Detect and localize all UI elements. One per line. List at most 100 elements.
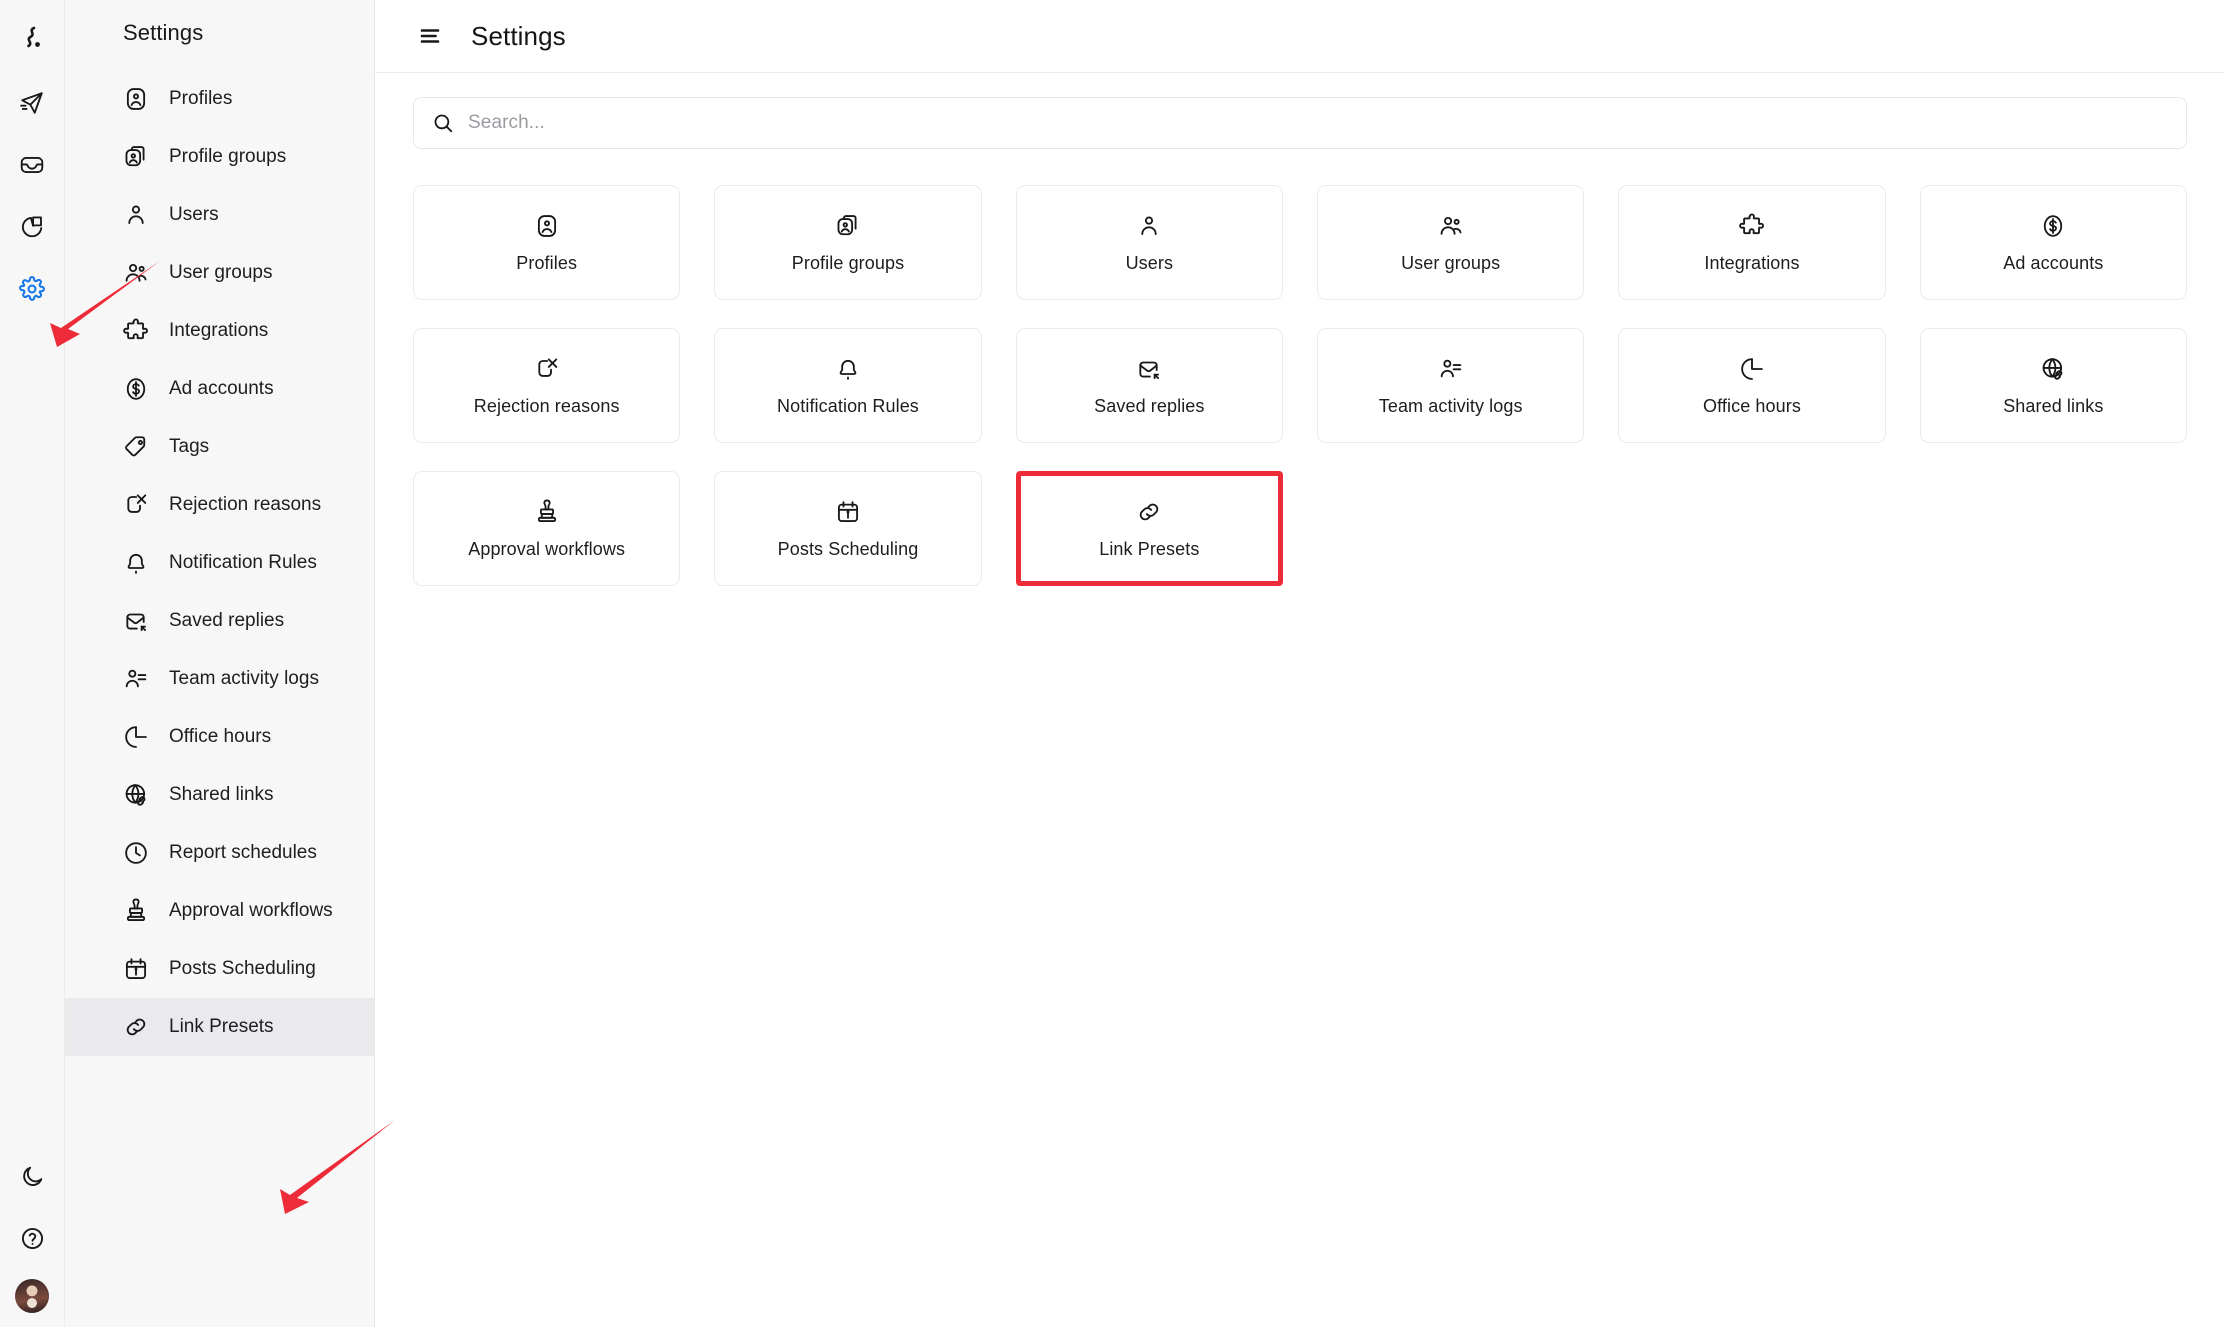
- dollar-coin-icon: [123, 376, 149, 402]
- activity-log-icon: [123, 666, 149, 692]
- bell-icon: [835, 355, 861, 383]
- settings-card-grid: Profiles Profile groups Users User groups In…: [413, 185, 2187, 586]
- sidebar-item-label: Shared links: [169, 784, 274, 805]
- profile-badge-icon: [123, 86, 149, 112]
- card-profile-groups[interactable]: Profile groups: [714, 185, 982, 300]
- profile-group-icon: [835, 212, 861, 240]
- card-label: Office hours: [1703, 395, 1801, 416]
- card-user-groups[interactable]: User groups: [1317, 185, 1585, 300]
- card-label: Notification Rules: [777, 395, 919, 416]
- sidebar-item-saved-replies[interactable]: Saved replies: [65, 592, 374, 650]
- saved-reply-icon: [123, 608, 149, 634]
- user-icon: [123, 202, 149, 228]
- analytics-icon[interactable]: [11, 206, 53, 248]
- sidebar-item-label: Link Presets: [169, 1016, 274, 1037]
- card-label: User groups: [1401, 252, 1501, 273]
- card-rejection-reasons[interactable]: Rejection reasons: [413, 328, 681, 443]
- card-label: Saved replies: [1094, 395, 1205, 416]
- reject-x-icon: [123, 492, 149, 518]
- sidebar-item-label: Posts Scheduling: [169, 958, 316, 979]
- globe-link-icon: [123, 782, 149, 808]
- card-team-activity-logs[interactable]: Team activity logs: [1317, 328, 1585, 443]
- card-ad-accounts[interactable]: Ad accounts: [1919, 185, 2187, 300]
- card-label: Rejection reasons: [473, 395, 620, 416]
- publish-icon[interactable]: [11, 82, 53, 124]
- card-users[interactable]: Users: [1015, 185, 1283, 300]
- sidebar-item-label: Profile groups: [169, 146, 287, 167]
- sidebar-item-users[interactable]: Users: [65, 186, 374, 244]
- primary-nav-rail: [0, 0, 65, 1327]
- sidebar-item-team-activity-logs[interactable]: Team activity logs: [65, 650, 374, 708]
- card-label: Profiles: [516, 252, 578, 273]
- stamp-icon: [123, 898, 149, 924]
- saved-reply-icon: [1136, 355, 1162, 383]
- moon-clock-icon: [123, 724, 149, 750]
- help-question-icon[interactable]: [11, 1217, 53, 1259]
- link-chain-icon: [1136, 498, 1162, 526]
- sidebar-item-approval-workflows[interactable]: Approval workflows: [65, 882, 374, 940]
- card-approval-workflows[interactable]: Approval workflows: [413, 471, 681, 586]
- sidebar-item-link-presets[interactable]: Link Presets: [65, 998, 374, 1056]
- sidebar-item-profile-groups[interactable]: Profile groups: [65, 128, 374, 186]
- card-shared-links[interactable]: Shared links: [1919, 328, 2187, 443]
- puzzle-piece-icon: [123, 318, 149, 344]
- sidebar-item-label: Office hours: [169, 726, 272, 747]
- card-label: Users: [1125, 252, 1174, 273]
- sidebar-item-office-hours[interactable]: Office hours: [65, 708, 374, 766]
- sidebar-item-label: User groups: [169, 262, 273, 283]
- link-chain-icon: [123, 1014, 149, 1040]
- sidebar-item-profiles[interactable]: Profiles: [65, 70, 374, 128]
- sidebar-item-tags[interactable]: Tags: [65, 418, 374, 476]
- sidebar-item-shared-links[interactable]: Shared links: [65, 766, 374, 824]
- card-profiles[interactable]: Profiles: [413, 185, 681, 300]
- page-title: Settings: [471, 20, 566, 51]
- sidebar-item-rejection-reasons[interactable]: Rejection reasons: [65, 476, 374, 534]
- card-label: Team activity logs: [1378, 395, 1523, 416]
- sidebar-item-integrations[interactable]: Integrations: [65, 302, 374, 360]
- card-label: Ad accounts: [2003, 252, 2104, 273]
- card-integrations[interactable]: Integrations: [1618, 185, 1886, 300]
- sidebar-item-user-groups[interactable]: User groups: [65, 244, 374, 302]
- card-label: Approval workflows: [468, 538, 626, 559]
- card-office-hours[interactable]: Office hours: [1618, 328, 1886, 443]
- user-icon: [1136, 212, 1162, 240]
- search-icon: [432, 112, 454, 134]
- brand-squiggle-logo[interactable]: [10, 16, 54, 60]
- sidebar-item-label: Tags: [169, 436, 210, 457]
- user-avatar[interactable]: [15, 1279, 49, 1313]
- sidebar-title: Settings: [123, 20, 204, 45]
- sidebar-item-label: Report schedules: [169, 842, 317, 863]
- sidebar-item-posts-scheduling[interactable]: Posts Scheduling: [65, 940, 374, 998]
- card-label: Posts Scheduling: [777, 538, 919, 559]
- moon-clock-icon: [1739, 355, 1765, 383]
- bell-icon: [123, 550, 149, 576]
- sidebar-item-label: Rejection reasons: [169, 494, 322, 515]
- tag-icon: [123, 434, 149, 460]
- sidebar-item-report-schedules[interactable]: Report schedules: [65, 824, 374, 882]
- reject-x-icon: [534, 355, 560, 383]
- card-label: Profile groups: [791, 252, 905, 273]
- search-bar[interactable]: Search...: [413, 97, 2187, 149]
- sidebar-item-label: Team activity logs: [169, 668, 319, 689]
- profile-badge-icon: [534, 212, 560, 240]
- card-posts-scheduling[interactable]: Posts Scheduling: [714, 471, 982, 586]
- dark-mode-moon-icon[interactable]: [11, 1155, 53, 1197]
- app-root: Settings Profiles Profile groups Users User…: [0, 0, 2225, 1327]
- clock-icon: [123, 840, 149, 866]
- sidebar-item-label: Notification Rules: [169, 552, 317, 573]
- content-area: Search... Profiles Profile groups Users Use…: [375, 73, 2225, 1327]
- sidebar-item-ad-accounts[interactable]: Ad accounts: [65, 360, 374, 418]
- card-saved-replies[interactable]: Saved replies: [1015, 328, 1283, 443]
- top-bar: Settings: [375, 0, 2225, 73]
- sidebar-item-label: Users: [169, 204, 219, 225]
- calendar-icon: [835, 498, 861, 526]
- profile-group-icon: [123, 144, 149, 170]
- puzzle-piece-icon: [1739, 212, 1765, 240]
- hamburger-menu-icon[interactable]: [415, 21, 445, 51]
- card-notification-rules[interactable]: Notification Rules: [714, 328, 982, 443]
- inbox-icon[interactable]: [11, 144, 53, 186]
- settings-gear-icon[interactable]: [11, 268, 53, 310]
- card-link-presets[interactable]: Link Presets: [1015, 471, 1283, 586]
- sidebar-item-notification-rules[interactable]: Notification Rules: [65, 534, 374, 592]
- card-label: Link Presets: [1099, 538, 1200, 559]
